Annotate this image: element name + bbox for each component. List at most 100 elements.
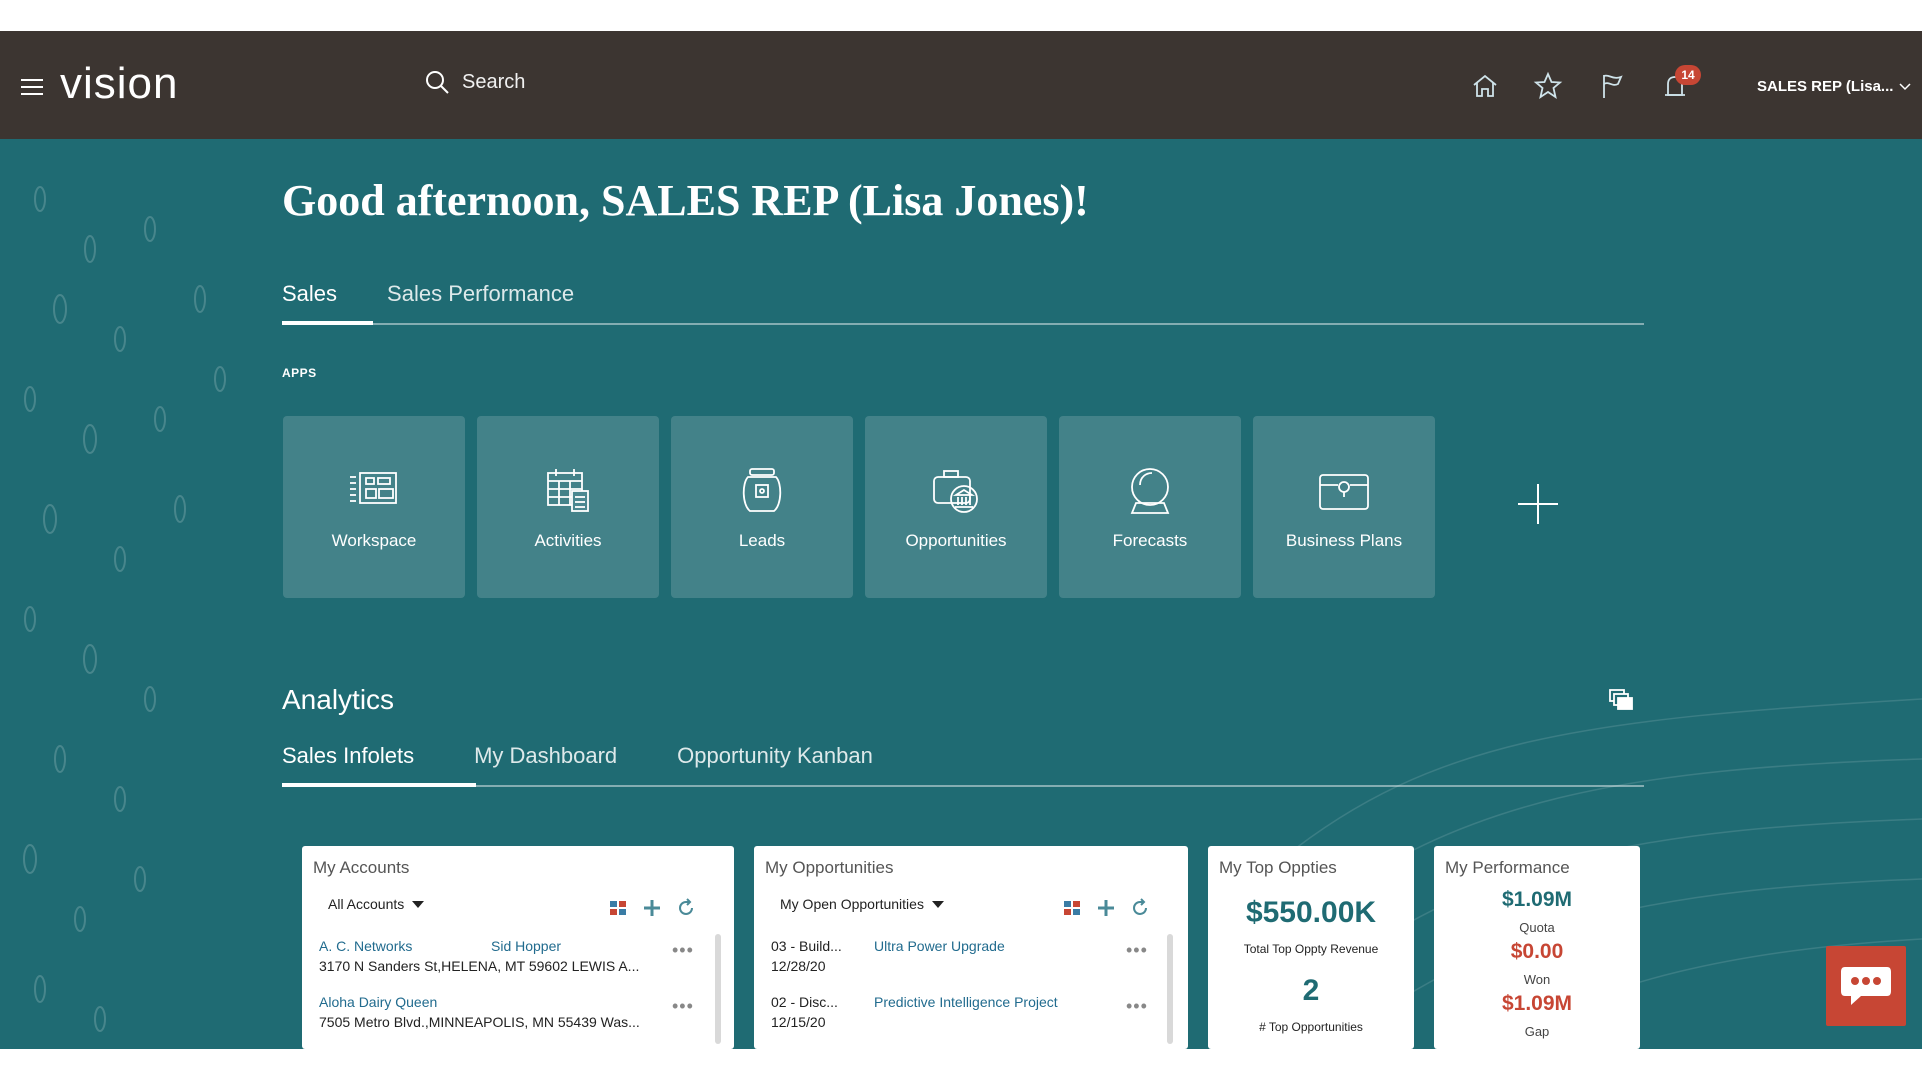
app-tile-business-plans[interactable]: Business Plans (1253, 416, 1435, 598)
card-title: My Top Oppties (1219, 858, 1337, 877)
tab-sales-infolets[interactable]: Sales Infolets (282, 743, 477, 787)
add-plus-icon[interactable] (642, 898, 662, 918)
opportunity-stage: 03 - Build... (771, 938, 842, 954)
card-title: My Opportunities (765, 858, 894, 877)
quota-value: $1.09M (1501, 888, 1573, 911)
app-tile-activities[interactable]: Activities (477, 416, 659, 598)
tab-sales-performance[interactable]: Sales Performance (387, 281, 574, 323)
refresh-icon[interactable] (676, 898, 696, 918)
app-tile-opportunities[interactable]: Opportunities (865, 416, 1047, 598)
refresh-icon[interactable] (1130, 898, 1150, 918)
app-tile-forecasts[interactable]: Forecasts (1059, 416, 1241, 598)
top-oppty-count-label: # Top Opportunities (1259, 1020, 1363, 1034)
app-tile-label: Business Plans (1285, 531, 1403, 550)
dropdown-value: My Open Opportunities (780, 896, 924, 912)
card-title: My Performance (1445, 858, 1570, 877)
home-page: Good afternoon, SALES REP (Lisa Jones)! … (0, 139, 1922, 1049)
top-oppty-count: 2 (1302, 974, 1320, 1007)
analytics-heading: Analytics (282, 684, 395, 715)
greeting-heading: Good afternoon, SALES REP (Lisa Jones)! (282, 176, 1089, 225)
opportunity-date: 12/15/20 (771, 1014, 826, 1030)
more-actions-icon[interactable]: ••• (672, 996, 694, 1017)
app-tile-workspace[interactable]: Workspace (283, 416, 465, 598)
caret-down-icon (931, 900, 944, 908)
card-title: My Accounts (313, 858, 410, 877)
app-tiles: Workspace Activities Leads Opportunities… (283, 416, 1435, 598)
quota-label: Quota (1519, 920, 1555, 935)
more-actions-icon[interactable]: ••• (1126, 940, 1148, 961)
opportunity-name-link[interactable]: Predictive Intelligence Project (874, 994, 1058, 1010)
user-menu[interactable]: SALES REP (Lisa... (1757, 78, 1911, 95)
dropdown-value: All Accounts (328, 896, 405, 912)
chat-assistant-button[interactable] (1826, 946, 1906, 1026)
tab-my-dashboard[interactable]: My Dashboard (474, 743, 617, 785)
opportunity-date: 12/28/20 (771, 958, 826, 974)
won-label: Won (1523, 972, 1551, 987)
list-item[interactable]: 02 - Disc... 12/15/20 (771, 994, 838, 1030)
app-tile-label: Leads (738, 531, 786, 550)
global-header: vision Search 14 SALES REP (Lisa... (0, 31, 1922, 139)
accounts-filter-dropdown[interactable]: All Accounts (328, 896, 425, 912)
analytics-tabs: Sales Infolets My Dashboard Opportunity … (282, 743, 1644, 787)
bank-camera-icon (928, 463, 984, 519)
opportunity-link-text[interactable]: Predictive Intelligence Project (874, 994, 1058, 1010)
list-item[interactable]: 03 - Build... 12/28/20 (771, 938, 842, 974)
manage-infolets-icon[interactable] (1608, 688, 1634, 712)
opportunity-link-text[interactable]: Ultra Power Upgrade (874, 938, 1005, 954)
hamburger-menu-icon[interactable] (21, 79, 43, 95)
top-oppty-revenue-label: Total Top Oppty Revenue (1243, 942, 1379, 956)
home-icon[interactable] (1470, 71, 1500, 101)
tab-opportunity-kanban[interactable]: Opportunity Kanban (677, 743, 873, 785)
account-name-link[interactable]: Aloha Dairy Queen (319, 994, 437, 1010)
more-actions-icon[interactable]: ••• (672, 940, 694, 961)
opportunities-filter-dropdown[interactable]: My Open Opportunities (780, 896, 944, 912)
background-pattern (23, 186, 226, 1032)
calendar-icon (540, 463, 596, 519)
account-name-link[interactable]: A. C. Networks (319, 938, 412, 954)
account-address: 7505 Metro Blvd.,MINNEAPOLIS, MN 55439 W… (319, 1014, 640, 1030)
tab-sales[interactable]: Sales (282, 281, 374, 325)
app-tile-leads[interactable]: Leads (671, 416, 853, 598)
opportunity-stage: 02 - Disc... (771, 994, 838, 1010)
vision-logo[interactable]: vision (60, 59, 179, 109)
app-tile-label: Forecasts (1112, 531, 1188, 550)
briefcase-icon (1316, 463, 1372, 519)
search-label: Search (462, 70, 526, 93)
crystal-ball-icon (1122, 463, 1178, 519)
account-address: 3170 N Sanders St,HELENA, MT 59602 LEWIS… (319, 958, 640, 974)
chat-bubble-icon (1841, 967, 1891, 1005)
my-performance-card[interactable]: My Performance $1.09M Quota $0.00 Won $1… (1434, 846, 1640, 1049)
more-actions-icon[interactable]: ••• (1126, 996, 1148, 1017)
search-button[interactable]: Search (424, 69, 525, 95)
user-name: SALES REP (Lisa... (1757, 78, 1894, 95)
scrollbar[interactable] (1167, 934, 1173, 1044)
scrollbar[interactable] (715, 934, 721, 1044)
my-accounts-card: My Accounts All Accounts A. C. Networks S… (302, 846, 734, 1049)
notification-count-badge: 14 (1675, 65, 1701, 85)
card-toolbar (608, 898, 696, 918)
chevron-down-icon (1899, 82, 1911, 90)
workspace-icon (346, 463, 402, 519)
gap-value: $1.09M (1501, 992, 1573, 1015)
opportunity-name-link[interactable]: Ultra Power Upgrade (874, 938, 1005, 954)
app-tile-label: Opportunities (905, 531, 1007, 550)
app-tile-label: Activities (534, 531, 602, 550)
add-plus-icon[interactable] (1096, 898, 1116, 918)
list-item[interactable]: Aloha Dairy Queen 7505 Metro Blvd.,MINNE… (319, 994, 640, 1030)
add-app-plus-icon[interactable] (1516, 482, 1560, 526)
favorites-star-icon[interactable] (1533, 71, 1563, 101)
view-toggle-icon[interactable] (608, 898, 628, 918)
watchlist-flag-icon[interactable] (1597, 71, 1627, 101)
jar-icon (734, 463, 790, 519)
list-item[interactable]: A. C. Networks Sid Hopper 3170 N Sanders … (319, 938, 639, 974)
card-toolbar (1062, 898, 1150, 918)
apps-section-label: APPS (282, 366, 317, 380)
caret-down-icon (412, 900, 425, 908)
view-toggle-icon[interactable] (1062, 898, 1082, 918)
my-top-oppties-card[interactable]: My Top Oppties $550.00K Total Top Oppty … (1208, 846, 1414, 1049)
contact-link[interactable]: Sid Hopper (491, 938, 561, 954)
main-tabs: Sales Sales Performance (282, 281, 1644, 325)
search-icon (426, 71, 449, 94)
won-value: $0.00 (1510, 940, 1564, 963)
top-oppty-revenue: $550.00K (1245, 896, 1377, 929)
